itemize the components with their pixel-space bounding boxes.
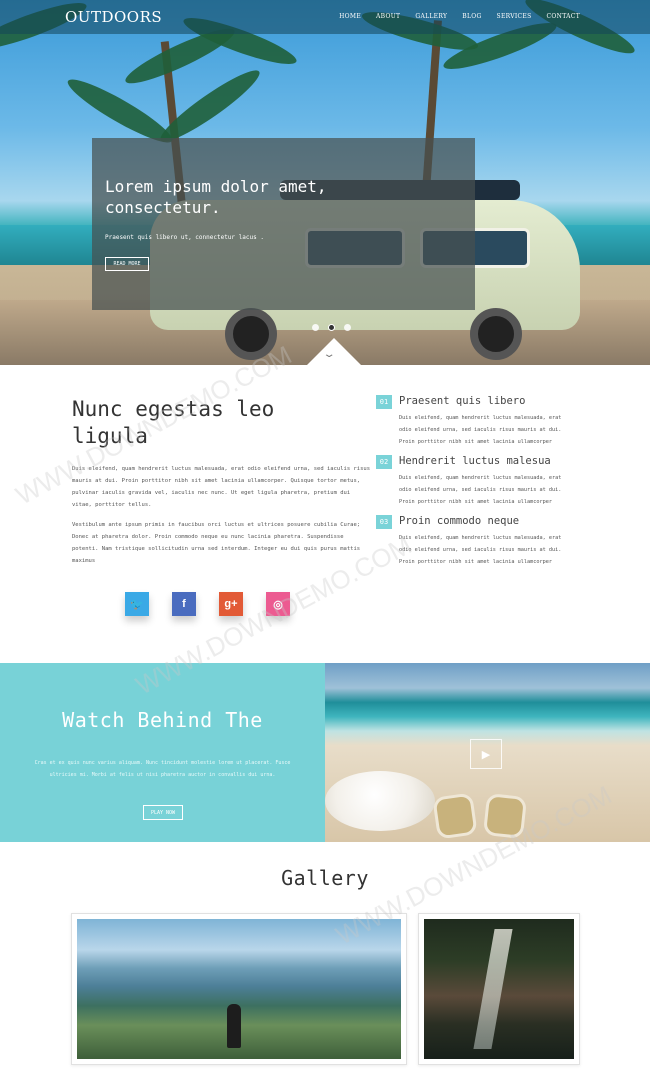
hero-title: Lorem ipsum dolor amet, consectetur.	[105, 177, 327, 217]
hero-subtitle: Praesent quis libero ut, connectetur lac…	[105, 234, 264, 241]
nav-contact[interactable]: CONTACT	[547, 13, 580, 20]
feature-text: Duis eleifend, quam hendrerit luctus mal…	[399, 475, 562, 505]
nav-gallery[interactable]: GALLERY	[415, 13, 447, 20]
watch-section: Watch Behind The Cras et ex quis nunc va…	[0, 663, 325, 842]
feature-text: Duis eleifend, quam hendrerit luctus mal…	[399, 415, 562, 445]
watch-text: Cras et ex quis nunc varius aliquam. Nun…	[34, 760, 291, 778]
waterfall-stream	[473, 929, 513, 1049]
van-wheel	[470, 308, 522, 360]
gallery-card[interactable]	[418, 913, 580, 1065]
feature-number: 02	[376, 455, 392, 469]
nav-services[interactable]: SERVICES	[497, 13, 532, 20]
nav-home[interactable]: HOME	[339, 13, 361, 20]
site-logo[interactable]: OUTDOORS	[65, 8, 162, 26]
feature-title: Proin commodo neque	[399, 515, 520, 527]
feature-text: Duis eleifend, quam hendrerit luctus mal…	[399, 535, 562, 565]
feature-number: 03	[376, 515, 392, 529]
van-wheel	[225, 308, 277, 360]
play-now-button[interactable]: PLAY NOW	[143, 805, 183, 820]
dribbble-icon[interactable]: ◎	[266, 592, 290, 616]
gallery-title: Gallery	[281, 866, 369, 890]
nav-blog[interactable]: BLOG	[462, 13, 481, 20]
slider-dots	[312, 324, 351, 331]
slider-dot-2[interactable]	[328, 324, 335, 331]
header-bar: OUTDOORS HOME ABOUT GALLERY BLOG SERVICE…	[0, 0, 650, 34]
twitter-icon[interactable]: 🐦	[125, 592, 149, 616]
nav-about[interactable]: ABOUT	[376, 13, 400, 20]
facebook-icon[interactable]: f	[172, 592, 196, 616]
hero-caption-box: Lorem ipsum dolor amet, consectetur. Pra…	[92, 138, 475, 310]
about-paragraph-2: Vestibulum ante ipsum primis in faucibus…	[72, 522, 361, 564]
gallery-card[interactable]	[71, 913, 407, 1065]
sandal	[482, 793, 528, 839]
sandal	[432, 792, 478, 840]
feature-title: Praesent quis libero	[399, 395, 526, 407]
watch-title: Watch Behind The	[62, 708, 263, 732]
feature-title: Hendrerit luctus malesua	[399, 455, 551, 467]
about-paragraph-1: Duis eleifend, quam hendrerit luctus mal…	[72, 466, 371, 508]
main-nav: HOME ABOUT GALLERY BLOG SERVICES CONTACT	[339, 13, 580, 20]
beach-video-thumbnail[interactable]: ▶	[325, 663, 650, 842]
hero-banner: Lorem ipsum dolor amet, consectetur. Pra…	[0, 0, 650, 365]
hiker	[227, 1004, 241, 1048]
about-title: Nunc egestas leo ligula	[72, 397, 275, 448]
gallery-image-waterfall[interactable]	[424, 919, 574, 1059]
feature-number: 01	[376, 395, 392, 409]
chevron-down-icon[interactable]: ⌄	[322, 349, 335, 360]
play-icon[interactable]: ▶	[470, 739, 502, 769]
slider-dot-1[interactable]	[312, 324, 319, 331]
slider-dot-3[interactable]	[344, 324, 351, 331]
read-more-button[interactable]: READ MORE	[105, 257, 149, 271]
sun-hat	[325, 771, 435, 831]
gallery-image-mountain[interactable]	[77, 919, 401, 1059]
google-plus-icon[interactable]: g+	[219, 592, 243, 616]
